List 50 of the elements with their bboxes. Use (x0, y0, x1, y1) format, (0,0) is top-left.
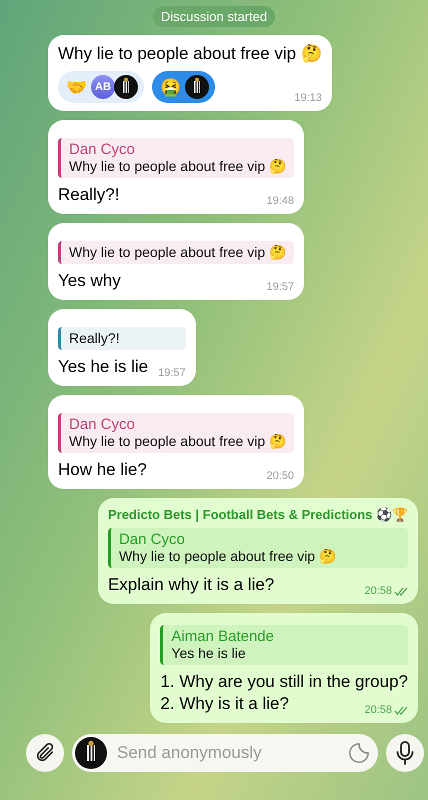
reply-quote[interactable]: Dan Cyco Why lie to people about free vip 🤔 (108, 528, 408, 568)
reply-quote[interactable]: Really?! (58, 327, 186, 350)
reply-text: Why lie to people about free vip 🤔 (118, 548, 337, 564)
reply-author: Aiman Batende (171, 628, 275, 645)
reply-quote[interactable]: Dan Cyco Why lie to people about free vip 🤔 (58, 413, 294, 453)
message-time: 20:58 (364, 704, 392, 716)
reply-text: Why lie to people about free vip 🤔 (69, 158, 286, 174)
reply-author: Dan Cyco (69, 416, 136, 433)
paperclip-icon (34, 742, 56, 764)
message-text: Yes why (58, 270, 121, 292)
microphone-button[interactable] (386, 734, 424, 772)
message-bubble[interactable]: Really?! Yes he is lie 19:57 (48, 309, 196, 386)
message-time: 19:57 (266, 281, 294, 293)
reply-text: Really?! (69, 330, 121, 346)
message-text: Really?! (58, 184, 120, 206)
message-field[interactable]: Send anonymously (115, 742, 340, 764)
message-time: 19:57 (158, 367, 186, 379)
reply-text: Yes he is lie (171, 645, 247, 661)
reply-author: Dan Cyco (118, 531, 186, 548)
microphone-icon (395, 741, 415, 765)
reply-quote[interactable]: Why lie to people about free vip 🤔 (58, 241, 294, 264)
message-time: 20:50 (266, 470, 294, 482)
message-bubble[interactable]: Aiman Batende Yes he is lie 1. Why are you still in the group? 2. Why is it a lie? 20:58 (150, 613, 418, 723)
reaction-emoji: 🤮 (160, 76, 181, 98)
attach-button[interactable] (26, 734, 64, 772)
message-time: 20:58 (364, 585, 392, 597)
message-bubble[interactable]: Predicto Bets | Football Bets & Predictions ⚽🏆 Dan Cyco Why lie to people about free vip 🤔 Explain why it is a lie? 20:58 (98, 498, 418, 604)
reaction-chip[interactable]: 🤝 AB (58, 71, 144, 103)
reply-author: Dan Cyco (69, 141, 136, 158)
message-composer[interactable]: Send anonymously (72, 734, 378, 772)
message-bubble[interactable]: Why lie to people about free vip 🤔 🤝 AB 🤮 19:13 (48, 35, 332, 111)
reply-text: Why lie to people about free vip 🤔 (69, 433, 286, 449)
reply-quote[interactable]: Aiman Batende Yes he is lie (160, 625, 408, 665)
message-bubble[interactable]: Why lie to people about free vip 🤔 Yes why 19:57 (48, 223, 304, 300)
message-time: 19:13 (294, 92, 322, 104)
reaction-emoji: 🤝 (66, 76, 87, 98)
message-bubble[interactable]: Dan Cyco Why lie to people about free vip 🤔 Really?! 19:48 (48, 120, 304, 214)
avatar-initials: AB (91, 75, 115, 99)
message-text: How he lie? (58, 459, 147, 481)
message-text: Yes he is lie (58, 356, 148, 378)
message-text: 1. Why are you still in the group? (160, 671, 408, 693)
message-text: Why lie to people about free vip 🤔 (58, 43, 322, 65)
service-notice: Discussion started (152, 6, 276, 27)
reply-quote[interactable]: Dan Cyco Why lie to people about free vip 🤔 (58, 138, 294, 178)
message-text: 2. Why is it a lie? (160, 693, 289, 715)
sticker-icon[interactable] (348, 742, 370, 764)
message-text: Explain why it is a lie? (108, 574, 274, 596)
message-bubble[interactable]: Dan Cyco Why lie to people about free vip 🤔 How he lie? 20:50 (48, 395, 304, 489)
message-time: 19:48 (266, 195, 294, 207)
reply-text: Why lie to people about free vip 🤔 (69, 244, 286, 260)
